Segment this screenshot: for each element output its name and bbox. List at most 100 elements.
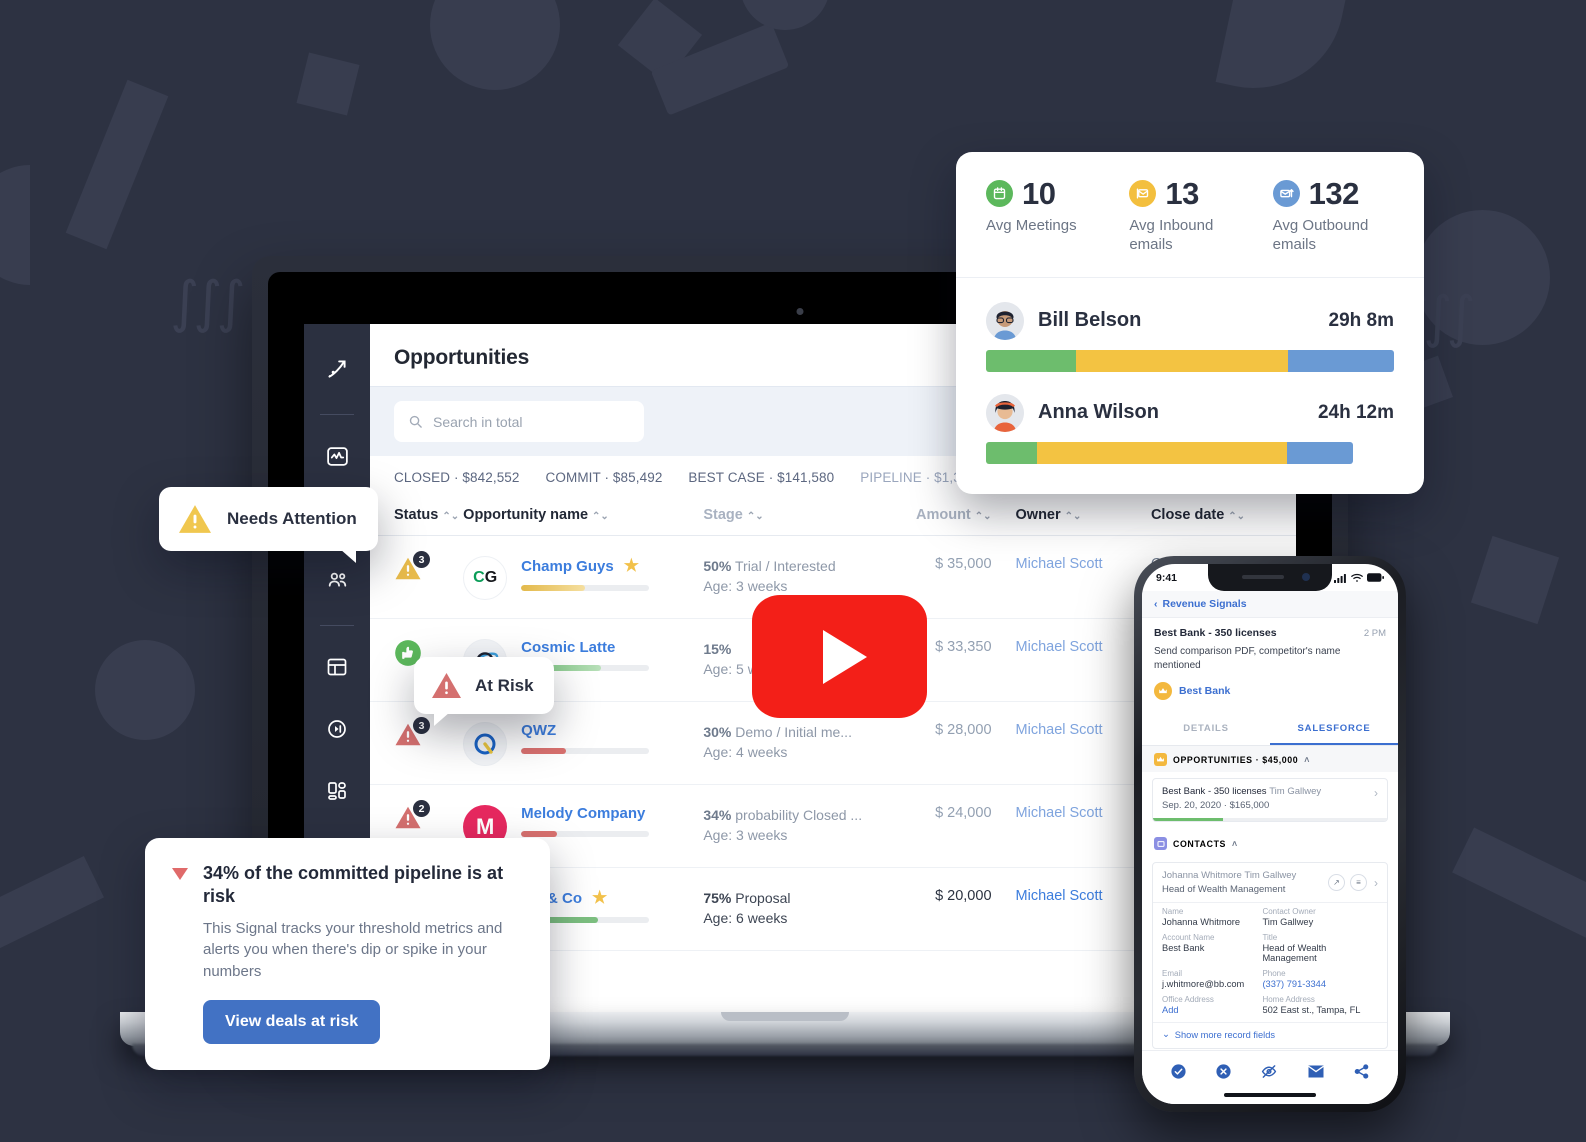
home-indicator [1224,1093,1316,1097]
person-name: Anna Wilson [1038,401,1159,423]
status-time: 9:41 [1156,571,1178,584]
envelope-icon[interactable] [1307,1064,1325,1079]
signal-card: 34% of the committed pipeline is at risk… [145,838,550,1070]
opportunity-card[interactable]: Best Bank - 350 licenses Tim Gallwey Sep… [1152,778,1388,822]
sidebar-item-logo[interactable] [314,346,360,392]
stat-avg-meetings: 10 Avg Meetings [986,178,1107,255]
opportunity-name[interactable]: Melody Company [521,805,649,822]
outbound-mail-icon [1272,180,1300,207]
sort-icon[interactable]: ⌃⌄ [975,511,992,522]
person-time: 29h 8m [1328,309,1394,331]
contact-role: Head of Wealth Management [1162,884,1286,895]
person-time: 24h 12m [1317,401,1394,423]
show-more-record-fields-link[interactable]: ⌄ Show more record fields [1153,1022,1387,1048]
youtube-play-icon[interactable] [752,595,927,718]
crown-icon [1154,682,1172,700]
column-close-date[interactable]: Close date ⌃⌄ [1127,507,1272,523]
sidebar-item-dashboard[interactable] [314,644,360,690]
column-stage[interactable]: Stage ⌃⌄ [703,507,895,523]
person-name: Bill Belson [1038,309,1142,331]
stat-value: 13 [1165,176,1199,211]
row-stage: 50% Trial / Interested Age: 3 weeks [703,558,836,595]
field-contact-owner: Contact Owner Tim Gallwey [1262,907,1316,927]
opportunities-group-header[interactable]: OPPORTUNITIES · $45,000 ˄ [1142,746,1398,772]
chevron-left-icon: ‹ [1154,598,1158,610]
person-row[interactable]: Bill Belson 29h 8m [986,294,1394,372]
progress-bar [521,831,650,837]
field-name: Name Johanna Whitmore [1162,907,1241,927]
account-link[interactable]: Best Bank [1154,682,1386,700]
column-status[interactable]: Status ⌃⌄ [394,507,463,523]
avatar [986,301,1024,340]
check-circle-icon[interactable] [1170,1063,1187,1080]
contact-card[interactable]: Johanna Whitmore Tim Gallwey Head of Wea… [1152,862,1388,1049]
stats-people: Bill Belson 29h 8m Anna Wilson 24h 12m [956,276,1424,494]
status-count: 3 [413,551,430,568]
sidebar-item-activity[interactable] [314,433,360,479]
row-owner[interactable]: Michael Scott [992,556,1127,572]
tab-salesforce[interactable]: SALESFORCE [1270,715,1398,745]
row-owner[interactable]: Michael Scott [992,639,1127,655]
row-status[interactable]: 2 [394,800,463,835]
column-owner[interactable]: Owner ⌃⌄ [992,507,1127,523]
search-input[interactable]: Search in total [394,401,644,442]
engagement-stats-card: 10 Avg Meetings 13 Avg Inbound emails 13… [956,152,1424,494]
x-circle-icon[interactable] [1215,1063,1232,1080]
eye-off-icon[interactable] [1260,1063,1278,1080]
calendar-icon [986,180,1013,207]
field-phone: Phone (337) 791-3344 [1262,969,1327,989]
row-owner[interactable]: Michael Scott [992,722,1127,738]
signal-bars-icon [1334,573,1346,583]
field-home-address: Home Address 502 East st., Tampa, FL [1262,995,1361,1015]
progress-bar [521,748,650,754]
signal-title: 34% of the committed pipeline is at risk [203,863,504,906]
status-indicators [1334,573,1384,583]
list-view-icon[interactable]: ≡ [1350,874,1367,891]
sort-icon[interactable]: ⌃⌄ [1228,511,1245,522]
chevron-right-icon[interactable]: › [1372,876,1378,890]
opportunity-name[interactable]: QWZ [521,722,649,739]
chevron-right-icon[interactable]: › [1368,786,1378,800]
sidebar-item-play[interactable] [314,706,360,752]
opportunity-owner: Tim Gallwey [1269,786,1322,797]
search-icon [409,415,422,428]
view-deals-at-risk-button[interactable]: View deals at risk [203,999,381,1044]
row-owner[interactable]: Michael Scott [992,805,1127,821]
star-icon[interactable]: ★ [592,888,607,908]
contacts-group-header[interactable]: CONTACTS ˄ [1142,828,1398,856]
star-icon[interactable]: ★ [624,556,639,576]
stat-label: Avg Meetings [986,217,1077,234]
share-icon[interactable] [1353,1063,1370,1080]
summary-commit: COMMIT · $85,492 [545,470,663,485]
chevron-up-icon[interactable]: ˄ [1232,839,1238,849]
table-header: Status ⌃⌄ Opportunity name ⌃⌄ Stage ⌃⌄ Amou… [370,497,1296,536]
open-external-icon[interactable]: ↗ [1328,874,1345,891]
row-owner[interactable]: Michael Scott [992,888,1127,904]
opportunity-name[interactable]: Cosmic Latte [521,639,649,656]
avatar [986,393,1024,432]
sidebar-item-people[interactable] [314,557,360,603]
opportunity-progress [1153,818,1387,821]
bg-shape [1215,0,1355,105]
column-opportunity-name[interactable]: Opportunity name ⌃⌄ [463,507,703,523]
bg-shape [65,79,169,250]
row-status[interactable]: 3 [394,551,463,586]
sort-icon[interactable]: ⌃⌄ [747,511,764,522]
tab-details[interactable]: DETAILS [1142,715,1270,745]
row-name-cell[interactable]: QWZ [463,722,703,766]
front-camera-icon [1302,573,1310,581]
row-name-cell[interactable]: CG Champ Guys ★ [463,556,703,600]
phone-signal-section: Best Bank - 350 licenses 2 PM Send compa… [1142,618,1398,706]
chevron-up-icon[interactable]: ˄ [1304,755,1310,765]
person-row[interactable]: Anna Wilson 24h 12m [986,386,1394,464]
sort-icon[interactable]: ⌃⌄ [442,511,459,522]
search-placeholder: Search in total [433,413,523,430]
sort-icon[interactable]: ⌃⌄ [592,511,609,522]
opportunity-name[interactable]: Champ Guys ★ [521,556,649,576]
column-amount[interactable]: Amount ⌃⌄ [895,507,992,523]
sidebar-item-apps[interactable] [314,768,360,814]
field-account-name: Account Name Best Bank [1162,933,1215,953]
phone-back-nav[interactable]: ‹ Revenue Signals [1142,591,1398,618]
row-status[interactable]: 3 [394,717,463,752]
sort-icon[interactable]: ⌃⌄ [1065,511,1082,522]
